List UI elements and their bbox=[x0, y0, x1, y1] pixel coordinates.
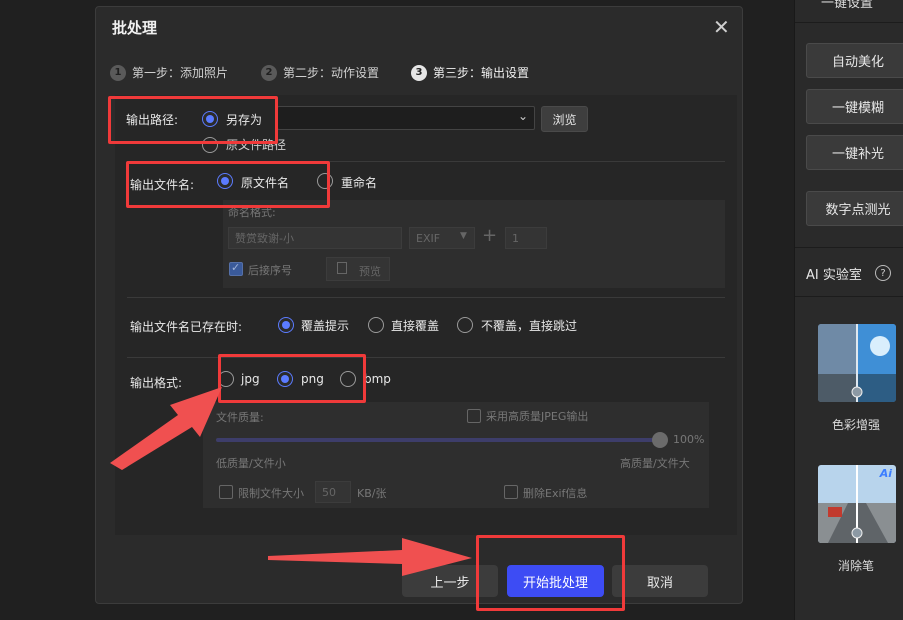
skip-radio[interactable] bbox=[457, 317, 473, 333]
exif-select[interactable]: EXIF ▼ bbox=[409, 227, 475, 249]
jpg-label: jpg bbox=[241, 372, 260, 386]
overwrite-prompt-radio[interactable] bbox=[278, 317, 294, 333]
spot-metering-button[interactable]: 数字点测光 bbox=[806, 191, 903, 226]
rename-radio[interactable] bbox=[317, 173, 333, 189]
step-label: 第三步：输出设置 bbox=[433, 66, 530, 80]
name-input[interactable]: 赞赏致谢-小 bbox=[228, 227, 402, 249]
rename-label: 重命名 bbox=[341, 176, 378, 190]
check-icon: ✓ bbox=[231, 261, 241, 274]
sequence-input[interactable]: 1 bbox=[505, 227, 547, 249]
preview-button[interactable]: 预览 bbox=[326, 257, 390, 281]
skip-label: 不覆盖，直接跳过 bbox=[481, 319, 578, 333]
quality-slider-handle[interactable] bbox=[652, 432, 668, 448]
delete-exif-checkbox[interactable] bbox=[504, 485, 518, 499]
step-1: 1 第一步：添加照片 bbox=[110, 64, 228, 81]
bmp-label: bmp bbox=[364, 372, 391, 386]
divider bbox=[127, 297, 725, 298]
landscape-image-icon bbox=[818, 324, 896, 402]
cancel-button[interactable]: 取消 bbox=[612, 565, 708, 597]
output-path-select[interactable]: ⌄ bbox=[277, 106, 535, 130]
annotation-arrow-format-icon bbox=[110, 387, 222, 470]
divider bbox=[127, 357, 725, 358]
divider bbox=[795, 247, 903, 248]
output-filename-label: 输出文件名: bbox=[130, 178, 195, 192]
divider bbox=[127, 161, 725, 162]
sequence-label: 后接序号 bbox=[248, 264, 292, 277]
eraser-pen-label: 消除笔 bbox=[837, 559, 874, 573]
exif-label: EXIF bbox=[416, 231, 441, 245]
original-filename-label: 原文件名 bbox=[241, 176, 290, 190]
hq-jpeg-checkbox[interactable] bbox=[467, 409, 481, 423]
step-number: 2 bbox=[261, 64, 277, 81]
overwrite-direct-label: 直接覆盖 bbox=[391, 319, 440, 333]
one-click-blur-button[interactable]: 一键模糊 bbox=[806, 89, 903, 124]
dialog-title: 批处理 bbox=[112, 19, 158, 37]
png-radio[interactable] bbox=[277, 371, 293, 387]
divider bbox=[795, 22, 903, 23]
high-quality-label: 高质量/文件大 bbox=[620, 457, 690, 470]
limit-size-label: 限制文件大小 bbox=[238, 487, 304, 500]
color-enhance-thumbnail[interactable] bbox=[818, 324, 896, 402]
close-icon[interactable]: ✕ bbox=[713, 15, 730, 39]
color-enhance-label: 色彩增强 bbox=[831, 418, 880, 432]
step-number: 1 bbox=[110, 64, 126, 81]
bmp-radio[interactable] bbox=[340, 371, 356, 387]
step-label: 第二步：动作设置 bbox=[283, 66, 380, 80]
eraser-pen-thumbnail[interactable]: Ai bbox=[818, 465, 896, 543]
overwrite-direct-radio[interactable] bbox=[368, 317, 384, 333]
quality-slider-track[interactable] bbox=[216, 438, 662, 442]
document-icon bbox=[337, 262, 347, 274]
right-panel: 一键设置 自动美化 一键模糊 一键补光 数字点测光 AI 实验室 ? 色彩增强 bbox=[794, 0, 903, 620]
step-number: 3 bbox=[411, 64, 427, 81]
step-label: 第一步：添加照片 bbox=[132, 66, 229, 80]
divider bbox=[795, 296, 903, 297]
overwrite-prompt-label: 覆盖提示 bbox=[301, 319, 350, 333]
step-3: 3 第三步：输出设置 bbox=[411, 64, 529, 81]
step-2: 2 第二步：动作设置 bbox=[261, 64, 379, 81]
limit-size-checkbox[interactable] bbox=[219, 485, 233, 499]
original-path-label: 原文件路径 bbox=[226, 138, 287, 152]
sequence-checkbox[interactable]: ✓ bbox=[229, 261, 243, 276]
naming-format-label: 命名格式: bbox=[228, 206, 276, 219]
start-batch-button[interactable]: 开始批处理 bbox=[507, 565, 604, 597]
png-label: png bbox=[301, 372, 324, 386]
one-click-settings-label: 一键设置 bbox=[821, 0, 874, 11]
one-click-fill-light-button[interactable]: 一键补光 bbox=[806, 135, 903, 170]
plus-icon[interactable]: + bbox=[482, 225, 497, 246]
hq-jpeg-label: 采用高质量JPEG输出 bbox=[486, 410, 589, 423]
save-as-radio[interactable] bbox=[202, 111, 218, 127]
preview-label: 预览 bbox=[359, 265, 381, 278]
chevron-down-icon: ⌄ bbox=[517, 109, 528, 123]
save-as-label: 另存为 bbox=[226, 113, 263, 127]
limit-size-unit: KB/张 bbox=[357, 487, 387, 500]
quality-percent: 100% bbox=[673, 433, 705, 446]
ai-lab-title: AI 实验室 bbox=[806, 268, 862, 283]
auto-beautify-button[interactable]: 自动美化 bbox=[806, 43, 903, 78]
original-filename-radio[interactable] bbox=[217, 173, 233, 189]
browse-button[interactable]: 浏览 bbox=[541, 106, 588, 132]
ai-badge: Ai bbox=[879, 467, 892, 480]
output-path-label: 输出路径: bbox=[126, 113, 179, 127]
question-circle-icon[interactable]: ? bbox=[875, 265, 891, 281]
caret-down-icon: ▼ bbox=[460, 231, 467, 241]
delete-exif-label: 删除Exif信息 bbox=[523, 487, 588, 500]
original-path-radio[interactable] bbox=[202, 137, 218, 153]
file-exists-label: 输出文件名已存在时: bbox=[130, 320, 243, 334]
limit-size-input[interactable]: 50 bbox=[315, 481, 351, 503]
annotation-arrow-start-icon bbox=[268, 538, 472, 576]
